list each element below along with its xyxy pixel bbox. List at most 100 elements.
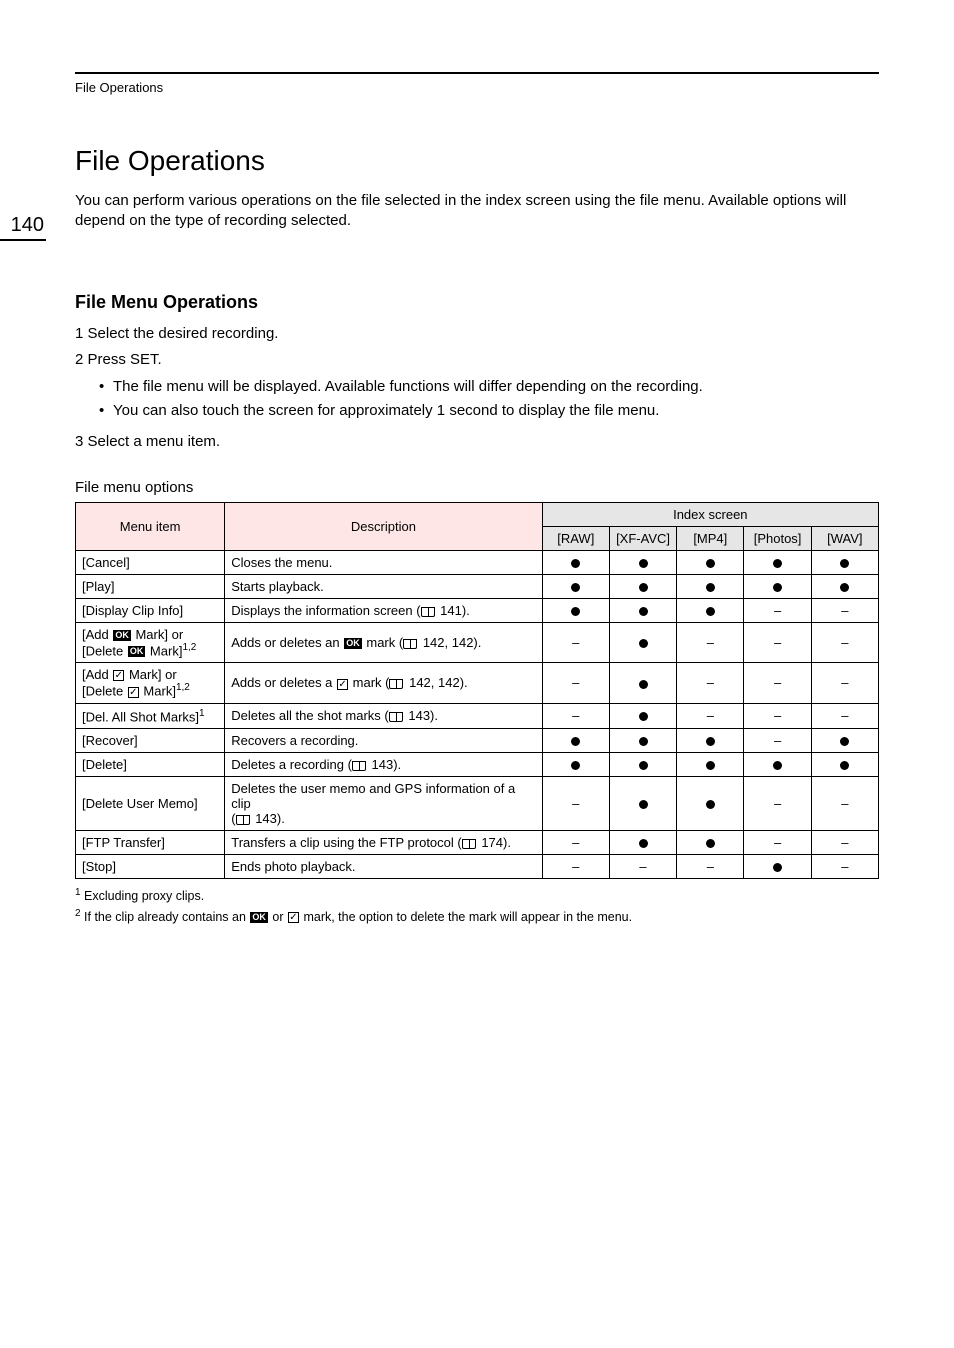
menu-item-cell: [Delete User Memo]: [76, 776, 225, 830]
page-ref-icon: [389, 712, 403, 722]
availability-cell: [744, 752, 811, 776]
dot-icon: [840, 583, 849, 592]
availability-cell: [542, 599, 609, 623]
table-row: [Stop]Ends photo playback.––––: [76, 854, 879, 878]
dot-icon: [639, 607, 648, 616]
description-cell: Recovers a recording.: [225, 728, 542, 752]
col-mp4: [MP4]: [677, 527, 744, 551]
page-ref-icon: [421, 607, 435, 617]
availability-cell: [677, 575, 744, 599]
page-title: File Operations: [75, 145, 879, 177]
table-row: [Play]Starts playback.: [76, 575, 879, 599]
description-cell: Closes the menu.: [225, 551, 542, 575]
availability-cell: [542, 728, 609, 752]
dot-icon: [706, 761, 715, 770]
footnote-1: 1 Excluding proxy clips.: [75, 885, 879, 906]
col-description: Description: [225, 503, 542, 551]
page-ref-icon: [352, 761, 366, 771]
ok-mark-icon: OK: [250, 912, 268, 923]
availability-cell: [609, 703, 676, 728]
dot-icon: [706, 559, 715, 568]
availability-cell: –: [542, 830, 609, 854]
availability-cell: [677, 728, 744, 752]
description-cell: Transfers a clip using the FTP protocol …: [225, 830, 542, 854]
dot-icon: [706, 583, 715, 592]
availability-cell: –: [744, 663, 811, 703]
col-index-screen: Index screen: [542, 503, 878, 527]
dot-icon: [840, 559, 849, 568]
description-cell: Deletes all the shot marks ( 143).: [225, 703, 542, 728]
table-row: [Delete]Deletes a recording ( 143).: [76, 752, 879, 776]
dot-icon: [840, 737, 849, 746]
table-row: [FTP Transfer]Transfers a clip using the…: [76, 830, 879, 854]
dot-icon: [840, 761, 849, 770]
page-ref-icon: [462, 839, 476, 849]
dot-icon: [571, 559, 580, 568]
table-caption: File menu options: [75, 479, 879, 496]
availability-cell: –: [677, 703, 744, 728]
ok-mark-icon: OK: [128, 646, 146, 657]
availability-cell: –: [542, 776, 609, 830]
availability-cell: [677, 752, 744, 776]
dot-icon: [773, 761, 782, 770]
dot-icon: [639, 737, 648, 746]
table-row: [Add OK Mark] or[Delete OK Mark]1,2Adds …: [76, 623, 879, 663]
dot-icon: [773, 559, 782, 568]
check-mark-icon: [337, 679, 348, 690]
availability-cell: [542, 575, 609, 599]
availability-cell: [677, 599, 744, 623]
description-cell: Starts playback.: [225, 575, 542, 599]
bullet-text: The file menu will be displayed. Availab…: [113, 376, 703, 399]
menu-item-cell: [Stop]: [76, 854, 225, 878]
menu-item-cell: [Add OK Mark] or[Delete OK Mark]1,2: [76, 623, 225, 663]
dot-icon: [639, 712, 648, 721]
step-2-bullet-1: • The file menu will be displayed. Avail…: [99, 376, 879, 399]
availability-cell: [677, 551, 744, 575]
top-rule: [75, 72, 879, 74]
availability-cell: –: [542, 854, 609, 878]
col-xfavc: [XF-AVC]: [609, 527, 676, 551]
availability-cell: [609, 752, 676, 776]
dot-icon: [706, 800, 715, 809]
description-cell: Deletes the user memo and GPS informatio…: [225, 776, 542, 830]
availability-cell: [677, 830, 744, 854]
availability-cell: –: [744, 776, 811, 830]
step-2: 2 Press SET.: [75, 349, 879, 372]
section-heading: File Menu Operations: [75, 292, 879, 313]
availability-cell: [744, 551, 811, 575]
table-row: [Recover]Recovers a recording. –: [76, 728, 879, 752]
description-cell: Adds or deletes an OK mark ( 142, 142).: [225, 623, 542, 663]
page-number: 140: [0, 214, 46, 241]
check-mark-icon: [288, 912, 299, 923]
dot-icon: [639, 639, 648, 648]
col-raw: [RAW]: [542, 527, 609, 551]
bullet-icon: •: [99, 376, 113, 399]
step-3: 3 Select a menu item.: [75, 431, 879, 454]
availability-cell: –: [811, 663, 878, 703]
check-mark-icon: [113, 670, 124, 681]
availability-cell: –: [744, 830, 811, 854]
intro-paragraph: You can perform various operations on th…: [75, 191, 879, 232]
availability-cell: –: [811, 599, 878, 623]
step-1: 1 Select the desired recording.: [75, 323, 879, 346]
dot-icon: [639, 800, 648, 809]
availability-cell: –: [811, 623, 878, 663]
availability-cell: [609, 575, 676, 599]
availability-cell: [744, 854, 811, 878]
availability-cell: [609, 728, 676, 752]
dot-icon: [639, 839, 648, 848]
availability-cell: [542, 752, 609, 776]
availability-cell: [744, 575, 811, 599]
menu-item-cell: [Play]: [76, 575, 225, 599]
availability-cell: [609, 830, 676, 854]
availability-cell: –: [744, 623, 811, 663]
page-ref-icon: [403, 639, 417, 649]
table-row: [Display Clip Info]Displays the informat…: [76, 599, 879, 623]
menu-item-cell: [Recover]: [76, 728, 225, 752]
menu-item-cell: [Delete]: [76, 752, 225, 776]
page-ref-icon: [236, 815, 250, 825]
availability-cell: –: [744, 728, 811, 752]
menu-item-cell: [Del. All Shot Marks]1: [76, 703, 225, 728]
availability-cell: [811, 728, 878, 752]
dot-icon: [706, 737, 715, 746]
